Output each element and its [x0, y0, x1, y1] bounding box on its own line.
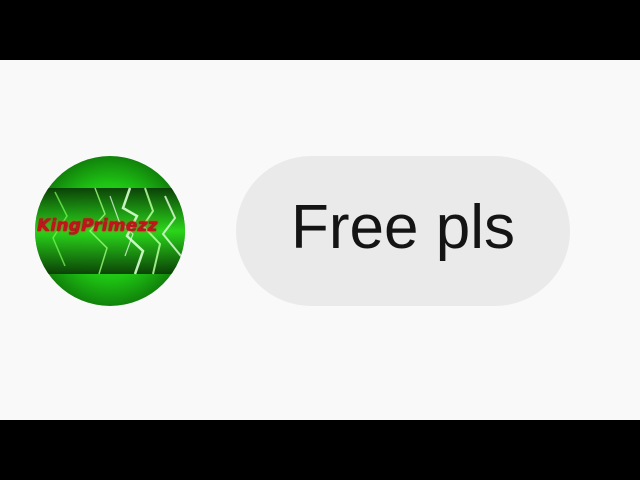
- letterbox-top: [0, 0, 640, 60]
- letterbox-bottom: [0, 420, 640, 480]
- video-frame: KingPrimezz Free pls: [0, 0, 640, 480]
- message-bubble[interactable]: Free pls: [236, 156, 570, 306]
- avatar[interactable]: KingPrimezz: [35, 156, 185, 306]
- message-text: Free pls: [291, 193, 515, 262]
- chat-message-row: KingPrimezz Free pls: [0, 60, 640, 420]
- avatar-username-text: KingPrimezz: [37, 216, 158, 236]
